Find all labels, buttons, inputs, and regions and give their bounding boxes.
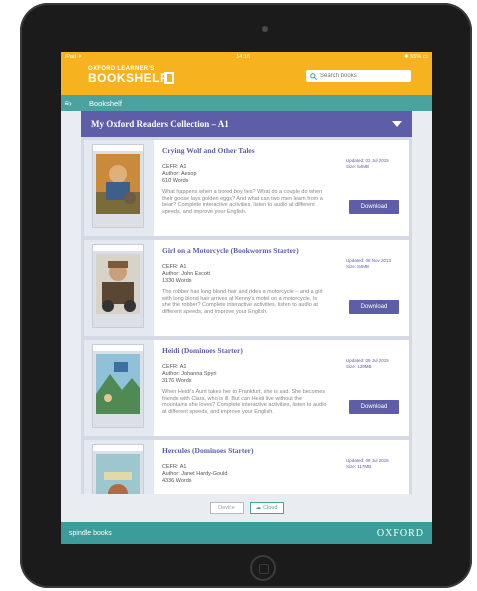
book-info: Girl on a Motorcycle (Bookworms Starter)… <box>154 240 409 336</box>
book-size: Size: 117MB <box>346 464 372 469</box>
cover-illustration <box>96 454 140 494</box>
collection-header[interactable]: My Oxford Readers Collection – A1 <box>81 111 412 137</box>
download-button[interactable]: Download <box>349 300 399 314</box>
book-description: When Heidi's Aunt takes her to Frankfurt… <box>162 389 327 415</box>
book-author: Author: Aesop <box>162 171 197 177</box>
menu-toggle-icon[interactable]: ≡› <box>61 95 75 111</box>
book-cover[interactable] <box>93 345 143 427</box>
book-size: Size: 139MB <box>346 364 372 369</box>
book-cover[interactable] <box>93 145 143 227</box>
cloud-tab[interactable]: ☁ Cloud <box>249 502 284 514</box>
book-author: Author: Janet Hardy-Gould <box>162 471 228 477</box>
book-meta-side: Updated: 09 Jul 2015 Size: 117MB <box>346 458 401 470</box>
book-cover[interactable] <box>93 445 143 494</box>
book-meta-side: Updated: 08 Nov 2013 Size: 84MB <box>346 258 401 270</box>
book-title[interactable]: Hercules (Dominoes Starter) <box>162 446 409 455</box>
book-item[interactable]: Hercules (Dominoes Starter) CEFR: A1 Aut… <box>84 440 409 494</box>
oxford-logo: OXFORD <box>376 527 424 539</box>
storage-toggle: Device ☁ Cloud <box>61 494 432 522</box>
book-words: 4336 Words <box>162 478 192 484</box>
cover-panel <box>84 140 154 236</box>
book-title[interactable]: Girl on a Motorcycle (Bookworms Starter) <box>162 246 409 255</box>
book-item[interactable]: Heidi (Dominoes Starter) CEFR: A1 Author… <box>84 340 409 436</box>
logo-line2: BOOKSHELF <box>88 71 168 85</box>
cloud-tab-label: Cloud <box>263 505 278 511</box>
book-list-area[interactable]: My Oxford Readers Collection – A1 Crying… <box>61 111 432 494</box>
book-title[interactable]: Crying Wolf and Other Tales <box>162 146 409 155</box>
book-size: Size: 84MB <box>346 264 370 269</box>
cover-illustration <box>96 254 140 314</box>
book-words: 1330 Words <box>162 278 192 284</box>
search-box[interactable] <box>306 70 411 82</box>
book-description: What happens when a bored boy lies? What… <box>162 189 323 215</box>
cover-panel <box>84 240 154 336</box>
download-button[interactable]: Download <box>349 200 399 214</box>
book-author: Author: Johanna Spyri <box>162 371 217 377</box>
status-left: iPad ✈ <box>65 53 83 60</box>
device-tab-label: Device <box>218 505 235 511</box>
app-screen: iPad ✈ 14:16 ✱ 55% ▭ OXFORD LEARNER'S BO… <box>61 52 432 544</box>
book-logo-icon <box>164 72 174 84</box>
status-bar: iPad ✈ 14:16 ✱ 55% ▭ <box>61 52 432 61</box>
download-button[interactable]: Download <box>349 400 399 414</box>
cover-illustration <box>96 154 140 214</box>
home-button[interactable] <box>250 555 276 581</box>
search-icon <box>310 72 317 80</box>
book-words: 610 Words <box>162 178 189 184</box>
book-item[interactable]: Girl on a Motorcycle (Bookworms Starter)… <box>84 240 409 336</box>
footer-bar: spindle books OXFORD <box>61 522 432 544</box>
book-meta-side: Updated: 09 Jul 2015 Size: 139MB <box>346 358 401 370</box>
device-tab[interactable]: Device <box>209 502 244 514</box>
search-input[interactable] <box>320 73 400 79</box>
camera-icon <box>262 26 268 32</box>
status-time: 14:16 <box>236 53 251 60</box>
book-author: Author: John Escott <box>162 271 210 277</box>
cover-illustration <box>96 354 140 414</box>
book-title[interactable]: Heidi (Dominoes Starter) <box>162 346 409 355</box>
book-size: Size: 54MB <box>346 164 370 169</box>
book-list: Crying Wolf and Other Tales CEFR: A1 Aut… <box>81 137 412 494</box>
nav-title: Bookshelf <box>89 98 122 108</box>
nav-bar: ≡› Bookshelf <box>61 95 432 111</box>
book-words: 3176 Words <box>162 378 192 384</box>
status-right: ✱ 55% ▭ <box>404 53 428 60</box>
collection-title: My Oxford Readers Collection – A1 <box>91 119 229 129</box>
book-item[interactable]: Crying Wolf and Other Tales CEFR: A1 Aut… <box>84 140 409 236</box>
cover-panel <box>84 340 154 436</box>
chevron-down-icon[interactable] <box>392 121 402 127</box>
book-info: Heidi (Dominoes Starter) CEFR: A1 Author… <box>154 340 409 436</box>
book-meta-side: Updated: 02 Jul 2015 Size: 54MB <box>346 158 401 170</box>
app-logo[interactable]: OXFORD LEARNER'S BOOKSHELF <box>88 66 174 85</box>
cloud-icon: ☁ <box>255 505 262 511</box>
book-description: The robber has long blond hair and rides… <box>162 289 323 315</box>
spindle-books-logo: spindle books <box>69 529 112 537</box>
brand-bar: OXFORD LEARNER'S BOOKSHELF <box>61 61 432 95</box>
cover-panel <box>84 440 154 494</box>
book-cover[interactable] <box>93 245 143 327</box>
book-info: Hercules (Dominoes Starter) CEFR: A1 Aut… <box>154 440 409 494</box>
book-info: Crying Wolf and Other Tales CEFR: A1 Aut… <box>154 140 409 236</box>
